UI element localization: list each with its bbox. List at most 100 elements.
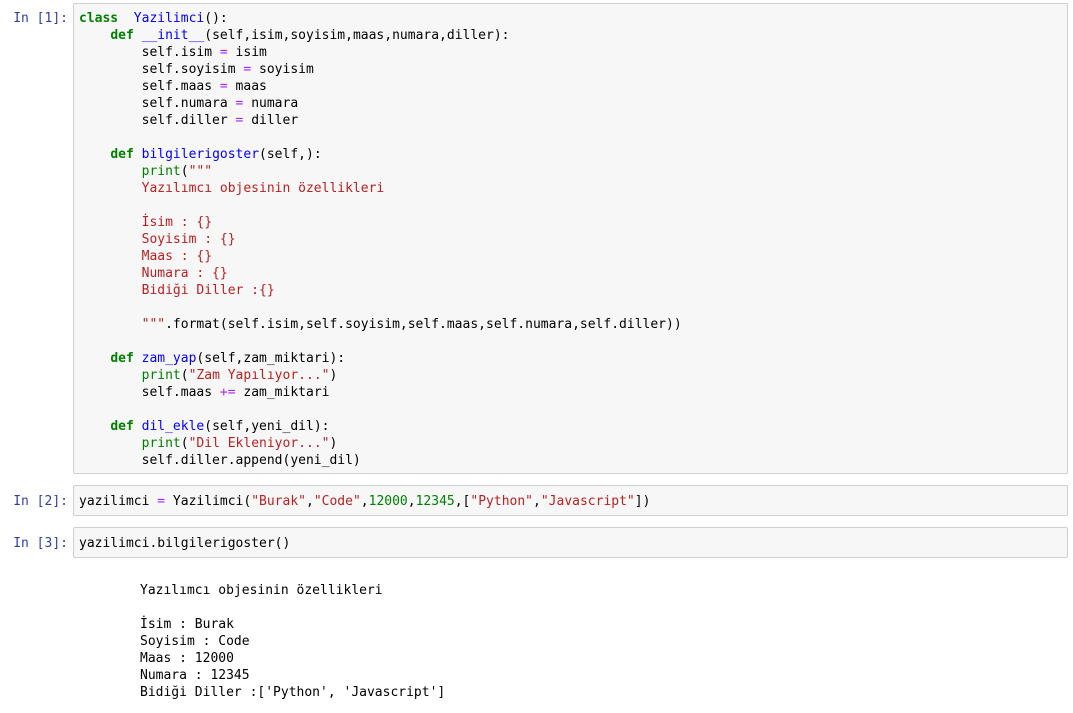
code-token: "Dil Ekleniyor..." <box>188 436 330 451</box>
code-text[interactable]: yazilimci = Yazilimci("Burak","Code",120… <box>74 486 1067 510</box>
code-token: ) <box>329 436 338 451</box>
code-line: Numara : {} <box>79 265 1067 282</box>
code-token: . <box>165 317 173 332</box>
code-token: numara <box>243 96 299 111</box>
code-line: print("Dil Ekleniyor...") <box>79 435 1067 452</box>
code-editor[interactable]: yazilimci.bilgilerigoster() <box>73 527 1068 558</box>
code-token: zam_miktari <box>235 385 330 400</box>
code-token: isim <box>227 45 267 60</box>
code-token: def <box>110 351 134 366</box>
code-token: ]) <box>634 494 651 509</box>
code-line: Maas : {} <box>79 248 1067 265</box>
code-text[interactable]: class Yazilimci(): def __init__(self,isi… <box>74 4 1067 469</box>
output-line: Maas : 12000 <box>140 651 234 666</box>
code-token: , <box>533 494 541 509</box>
code-token: def <box>110 147 134 162</box>
output-text: Yazılımcı objesinin özellikleri İsim : Bu… <box>140 582 445 701</box>
code-line: print("Zam Yapılıyor...") <box>79 367 1067 384</box>
code-token: (self,zam_miktari): <box>196 351 346 366</box>
code-token: ( <box>180 164 189 179</box>
code-token: self.numara <box>79 96 236 111</box>
output-line: İsim : Burak <box>140 617 234 632</box>
code-line: self.diller.append(yeni_dil) <box>79 452 1067 469</box>
code-token: print <box>141 368 181 383</box>
code-token: self.isim <box>79 45 220 60</box>
code-token: += <box>219 385 236 400</box>
code-token: zam_yap <box>133 351 197 366</box>
code-token: (): <box>204 11 228 26</box>
code-token: (self,yeni_dil): <box>204 419 330 434</box>
code-token: , <box>407 494 416 509</box>
output-line: Yazılımcı objesinin özellikleri <box>140 583 383 598</box>
code-token: ) <box>329 368 338 383</box>
code-token: ,[ <box>454 494 471 509</box>
output-area: Yazılımcı objesinin özellikleri İsim : Bu… <box>0 582 1073 707</box>
code-token: Bidiği Diller :{} <box>79 283 275 298</box>
code-token: dil_ekle <box>133 419 205 434</box>
code-line: self.diller = diller <box>79 112 1067 129</box>
code-token: self.maas <box>79 385 220 400</box>
code-token: yazilimci.bilgilerigoster() <box>79 536 291 551</box>
code-token: 12345 <box>415 494 455 509</box>
code-token: Maas : {} <box>79 249 213 264</box>
code-token: """ <box>79 317 166 332</box>
code-line: self.numara = numara <box>79 95 1067 112</box>
code-token: self.diller <box>79 113 236 128</box>
code-token: "Burak" <box>251 494 306 509</box>
code-token: class <box>79 11 119 26</box>
code-token: "Javascript" <box>540 494 635 509</box>
code-token: Numara : {} <box>79 266 228 281</box>
code-line: Soyisim : {} <box>79 231 1067 248</box>
code-line: Bidiği Diller :{} <box>79 282 1067 299</box>
output-line: Bidiği Diller :['Python', 'Javascript'] <box>140 685 446 700</box>
code-token: soyisim <box>251 62 314 77</box>
code-token: ( <box>180 436 189 451</box>
code-line: def __init__(self,isim,soyisim,maas,numa… <box>79 27 1067 44</box>
code-token: def <box>110 28 134 43</box>
code-editor[interactable]: class Yazilimci(): def __init__(self,isi… <box>73 3 1068 474</box>
code-token: = <box>219 79 228 94</box>
code-token: "Zam Yapılıyor..." <box>188 368 330 383</box>
code-line: self.soyisim = soyisim <box>79 61 1067 78</box>
code-token: Yazilimci <box>133 11 205 26</box>
code-editor[interactable]: yazilimci = Yazilimci("Burak","Code",120… <box>73 485 1068 516</box>
code-token: İsim : {} <box>79 215 213 230</box>
code-token: __init__ <box>133 28 205 43</box>
code-line: Yazılımcı objesinin özellikleri <box>79 180 1067 197</box>
code-token: Yazilimci( <box>165 494 252 509</box>
input-prompt: In [3]: <box>13 536 68 551</box>
code-line: def dil_ekle(self,yeni_dil): <box>79 418 1067 435</box>
code-token: (self,): <box>259 147 322 162</box>
code-line: self.isim = isim <box>79 44 1067 61</box>
code-line: def bilgilerigoster(self,): <box>79 146 1067 163</box>
code-text[interactable]: yazilimci.bilgilerigoster() <box>74 528 1067 552</box>
code-token: yazilimci <box>79 494 158 509</box>
code-token: 12000 <box>368 494 408 509</box>
code-token: print <box>141 164 181 179</box>
output-line: Numara : 12345 <box>140 668 250 683</box>
code-token: self.soyisim <box>79 62 244 77</box>
code-line: İsim : {} <box>79 214 1067 231</box>
code-token: Soyisim : {} <box>79 232 236 247</box>
output-line: Soyisim : Code <box>140 634 250 649</box>
code-line: def zam_yap(self,zam_miktari): <box>79 350 1067 367</box>
code-token: bilgilerigoster <box>133 147 260 162</box>
code-line: yazilimci.bilgilerigoster() <box>79 535 1067 552</box>
code-line: self.maas += zam_miktari <box>79 384 1067 401</box>
code-token: (self,isim,soyisim,maas,numara,diller): <box>204 28 510 43</box>
code-line: print(""" <box>79 163 1067 180</box>
code-token: ( <box>180 368 189 383</box>
code-token: """ <box>188 164 213 179</box>
